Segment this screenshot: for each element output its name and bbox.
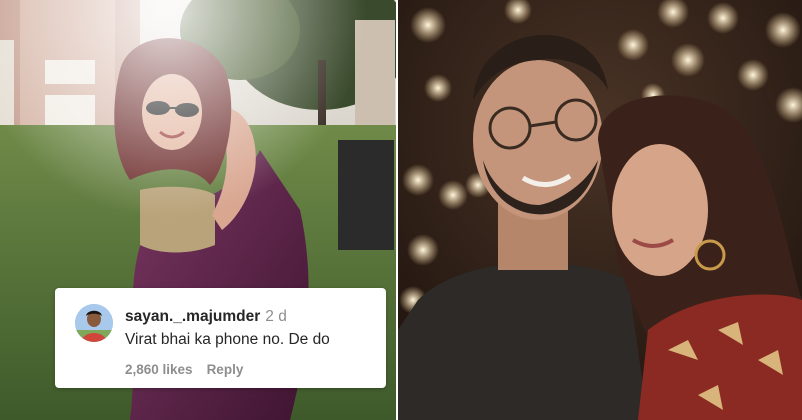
couple-photo bbox=[398, 0, 802, 420]
comment-text: Virat bhai ka phone no. De do bbox=[125, 331, 330, 348]
comment-header: sayan._.majumder 2 d bbox=[125, 308, 287, 326]
reply-button[interactable]: Reply bbox=[207, 362, 244, 377]
avatar[interactable] bbox=[75, 304, 113, 342]
comment-card: sayan._.majumder 2 d Virat bhai ka phone … bbox=[55, 288, 386, 388]
comment-timestamp: 2 d bbox=[265, 308, 287, 325]
right-photo bbox=[398, 0, 802, 420]
comment-actions: 2,860 likes Reply bbox=[125, 362, 243, 378]
comment-likes[interactable]: 2,860 likes bbox=[125, 362, 193, 377]
avatar-icon bbox=[75, 304, 113, 342]
comment-username[interactable]: sayan._.majumder bbox=[125, 308, 260, 325]
